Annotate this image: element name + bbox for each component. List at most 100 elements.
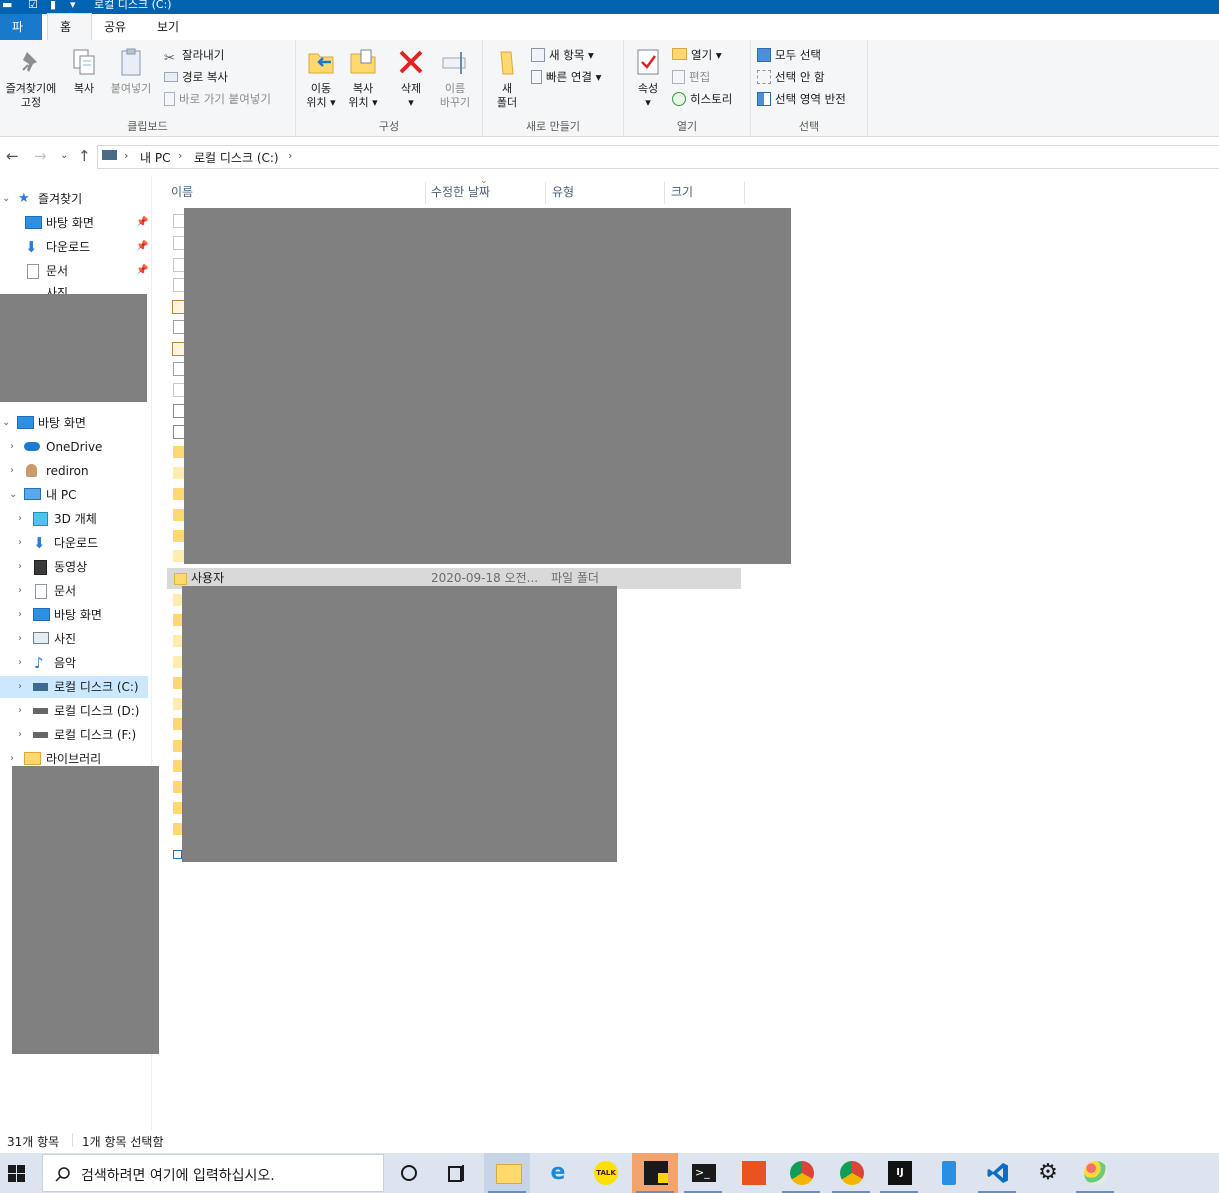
expanded-chevron-icon[interactable]: ⌄ [9,484,17,506]
tab-home[interactable]: 홈 [47,13,92,41]
collapsed-chevron-icon[interactable]: › [18,700,22,722]
new-folder-quick-icon[interactable]: ▮ [50,0,56,12]
nav-desktop-root[interactable]: ⌄ 바탕 화면 [0,412,151,434]
paste-button[interactable]: 붙여넣기 [106,46,156,96]
column-header-name[interactable]: 이름 [171,181,193,203]
nav-desktop[interactable]: › 바탕 화면 [0,604,151,626]
breadcrumb-separator-icon[interactable]: › [178,149,182,162]
taskbar-kakaotalk[interactable]: TALK [582,1153,628,1193]
taskbar-vscode[interactable] [974,1153,1020,1193]
column-divider[interactable] [425,182,426,204]
select-all-button[interactable]: 모두 선택 [757,46,821,64]
nav-quick-downloads[interactable]: ⬇ 다운로드 📌 [0,236,151,258]
up-arrow-icon[interactable]: ↑ [78,147,91,165]
new-folder-button[interactable]: 새 폴더 [489,46,525,110]
taskbar-chrome-profile-2[interactable] [828,1153,874,1193]
expanded-chevron-icon[interactable]: ⌄ [2,188,10,210]
nav-quick-desktop[interactable]: 바탕 화면 📌 [0,212,151,234]
taskbar-phone-app[interactable] [926,1153,972,1193]
collapsed-chevron-icon[interactable]: › [18,604,22,626]
nav-quick-access[interactable]: ⌄ ★ 즐겨찾기 [0,188,151,210]
collapsed-chevron-icon[interactable]: › [18,628,22,650]
delete-button[interactable]: 삭제 ▾ [392,46,430,110]
move-to-button[interactable]: 이동 위치 ▾ [302,46,340,110]
properties-button[interactable]: 속성 ▾ [630,46,666,110]
collapsed-chevron-icon[interactable]: › [18,580,22,602]
back-arrow-icon[interactable]: ← [6,147,19,165]
column-header-size[interactable]: 크기 [671,181,693,203]
nav-downloads[interactable]: › ⬇ 다운로드 [0,532,151,554]
nav-local-disk-c[interactable]: › 로컬 디스크 (C:) [0,676,148,698]
cut-button[interactable]: ✂ 잘라내기 [164,46,224,66]
taskbar-chrome-profile-1[interactable] [778,1153,824,1193]
taskbar-settings[interactable]: ⚙ [1024,1153,1070,1193]
taskbar-search-box[interactable]: 검색하려면 여기에 입력하십시오. [42,1154,384,1192]
column-divider[interactable] [744,182,745,204]
rename-button[interactable]: 이름 바꾸기 [434,46,476,110]
nav-onedrive[interactable]: › OneDrive [0,436,151,458]
address-box[interactable]: › 내 PC › 로컬 디스크 (C:) › [97,145,1219,169]
open-folder-icon [672,48,687,60]
nav-documents[interactable]: › 문서 [0,580,151,602]
collapsed-chevron-icon[interactable]: › [18,652,22,674]
invert-selection-button[interactable]: 선택 영역 반전 [757,90,846,108]
breadcrumb-this-pc[interactable]: 내 PC [140,149,170,166]
copy-path-button[interactable]: 경로 복사 [164,68,228,86]
nav-quick-documents[interactable]: 문서 📌 [0,260,151,282]
collapsed-chevron-icon[interactable]: › [18,532,22,554]
properties-quick-icon[interactable]: ☑ [28,0,38,12]
recent-locations-chevron-icon[interactable]: ⌄ [60,150,68,161]
breadcrumb-separator-icon[interactable]: › [288,149,292,162]
taskbar-file-explorer[interactable] [484,1153,530,1193]
select-none-button[interactable]: 선택 안 함 [757,68,825,86]
collapsed-chevron-icon[interactable]: › [18,508,22,530]
windows-start-icon[interactable] [8,1165,25,1182]
collapsed-chevron-icon[interactable]: › [10,460,14,482]
column-header-type[interactable]: 유형 [552,181,574,203]
breadcrumb-separator-icon[interactable]: › [124,149,128,162]
taskbar-orange-app[interactable] [730,1153,776,1193]
nav-this-pc[interactable]: ⌄ 내 PC [0,484,151,506]
taskbar-terminal[interactable]: >_ [680,1153,726,1193]
history-button[interactable]: 히스토리 [672,90,732,108]
taskbar-paint[interactable] [1072,1153,1118,1193]
cortana-button[interactable] [386,1153,432,1193]
nav-quick-pictures[interactable]: 사진 [0,282,151,294]
new-group-label: 새로 만들기 [525,120,581,133]
breadcrumb-local-disk-c[interactable]: 로컬 디스크 (C:) [194,149,279,166]
nav-local-disk-f[interactable]: › 로컬 디스크 (F:) [0,724,151,746]
edit-button[interactable]: 편집 [672,68,710,86]
nav-user-folder[interactable]: › rediron [0,460,151,482]
new-item-button[interactable]: 새 항목 ▾ [531,46,594,64]
column-divider[interactable] [545,182,546,204]
nav-3d-objects[interactable]: › 3D 개체 [0,508,151,530]
taskbar-intellij[interactable]: IJ [876,1153,922,1193]
taskbar-internet-explorer[interactable]: e [534,1153,580,1193]
tab-file[interactable]: 파일 [0,14,42,60]
collapsed-chevron-icon[interactable]: › [18,556,22,578]
app-icon: ▬ [2,0,13,11]
easy-access-button[interactable]: 빠른 연결 ▾ [531,68,601,86]
collapsed-chevron-icon[interactable]: › [18,724,22,746]
copy-button[interactable]: 복사 [66,46,102,96]
open-button[interactable]: 열기 ▾ [672,46,722,64]
column-divider[interactable] [664,182,665,204]
task-view-button[interactable] [434,1153,480,1193]
nav-label: 문서 [46,264,69,278]
expanded-chevron-icon[interactable]: ⌄ [2,412,10,434]
paste-shortcut-button[interactable]: 바로 가기 붙여넣기 [164,90,271,108]
nav-music[interactable]: › ♪ 음악 [0,652,151,674]
copy-to-button[interactable]: 복사 위치 ▾ [344,46,382,110]
nav-pictures[interactable]: › 사진 [0,628,151,650]
nav-local-disk-d[interactable]: › 로컬 디스크 (D:) [0,700,151,722]
pin-quick-access-button[interactable]: 즐겨찾기에 고정 [0,46,62,110]
forward-arrow-icon[interactable]: → [34,147,47,165]
nav-videos[interactable]: › 동영상 [0,556,151,578]
taskbar-sticky-notes[interactable] [632,1153,678,1193]
quick-access-dropdown-icon[interactable]: ▾ [70,0,76,12]
tab-view[interactable]: 보기 [145,14,191,40]
collapsed-chevron-icon[interactable]: › [10,436,14,458]
tab-share[interactable]: 공유 [92,14,138,40]
collapsed-chevron-icon[interactable]: › [18,676,22,698]
copy-icon [73,49,95,75]
